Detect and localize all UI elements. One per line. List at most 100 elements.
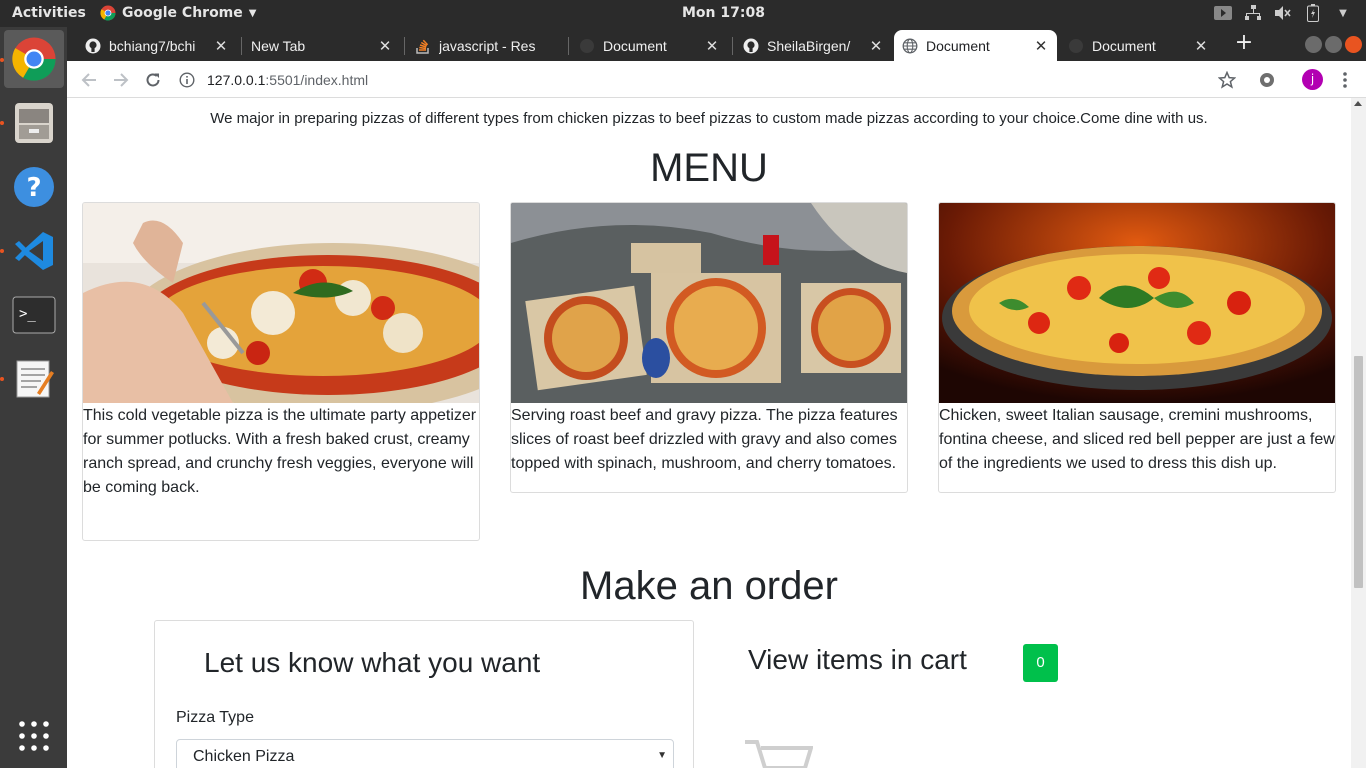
bookmark-button[interactable] bbox=[1215, 68, 1239, 92]
shopping-cart-icon[interactable] bbox=[743, 738, 813, 768]
dock-chrome[interactable] bbox=[4, 30, 64, 88]
menu-card: Serving roast beef and gravy pizza. The … bbox=[510, 202, 908, 493]
svg-text:?: ? bbox=[26, 173, 41, 203]
browser-tab[interactable]: javascript - Res bbox=[407, 30, 569, 61]
minimize-button[interactable] bbox=[1305, 36, 1322, 53]
scroll-up-arrow[interactable] bbox=[1354, 101, 1362, 106]
vegetable-pizza-image bbox=[83, 203, 479, 403]
chevron-down-icon: ▼ bbox=[657, 750, 667, 761]
browser-tab[interactable]: Document ✕ bbox=[571, 30, 728, 61]
pizza-type-label: Pizza Type bbox=[176, 709, 254, 726]
pizza-type-select[interactable]: Chicken Pizza ▼ bbox=[176, 739, 674, 768]
order-form-heading: Let us know what you want bbox=[204, 647, 541, 678]
browser-tab-strip: bchiang7/bchi ✕ New Tab ✕ javascript - R… bbox=[67, 27, 1366, 61]
dock-running-indicator bbox=[0, 121, 4, 125]
stackoverflow-icon bbox=[416, 39, 429, 54]
close-icon[interactable]: ✕ bbox=[1033, 37, 1049, 55]
close-icon[interactable]: ✕ bbox=[1193, 37, 1209, 55]
dock-running-indicator bbox=[0, 58, 4, 62]
chevron-down-icon: ▼ bbox=[248, 7, 257, 19]
clock[interactable]: Mon 17:08 bbox=[682, 5, 765, 21]
close-icon[interactable]: ✕ bbox=[213, 37, 229, 55]
system-top-bar: Activities Google Chrome ▼ Mon 17:08 ▼ bbox=[0, 0, 1366, 27]
browser-tab[interactable]: Document ✕ bbox=[1060, 30, 1217, 61]
dock-vscode[interactable] bbox=[4, 222, 64, 280]
svg-text:>_: >_ bbox=[19, 306, 36, 322]
tab-separator bbox=[732, 37, 733, 55]
dock-files[interactable] bbox=[4, 94, 64, 152]
info-icon[interactable] bbox=[179, 72, 195, 88]
arrow-left-icon bbox=[81, 73, 96, 87]
extension-button[interactable] bbox=[1255, 68, 1279, 92]
order-form-card: Let us know what you want Pizza Type Chi… bbox=[154, 620, 694, 768]
kebab-menu-icon bbox=[1343, 72, 1347, 88]
help-icon: ? bbox=[14, 167, 54, 207]
tab-separator bbox=[404, 37, 405, 55]
tab-separator bbox=[568, 37, 569, 55]
close-icon[interactable]: ✕ bbox=[704, 37, 720, 55]
vscode-icon bbox=[15, 232, 53, 270]
order-heading: Make an order bbox=[580, 564, 838, 608]
show-applications-button[interactable] bbox=[4, 707, 64, 765]
roast-beef-pizza-image bbox=[511, 203, 907, 403]
page-viewport: We major in preparing pizzas of differen… bbox=[67, 98, 1351, 768]
maximize-button[interactable] bbox=[1325, 36, 1342, 53]
dock-terminal[interactable]: >_ bbox=[4, 286, 64, 344]
url-host: 127.0.0.1 bbox=[207, 72, 266, 88]
profile-avatar[interactable]: j bbox=[1302, 69, 1323, 90]
github-icon bbox=[743, 38, 759, 53]
sausage-pizza-image bbox=[939, 203, 1335, 403]
network-icon[interactable] bbox=[1244, 4, 1262, 22]
chevron-down-icon[interactable]: ▼ bbox=[1334, 4, 1352, 22]
browser-tab-active[interactable]: Document ✕ bbox=[894, 30, 1057, 61]
github-icon bbox=[85, 38, 101, 53]
intro-text: We major in preparing pizzas of differen… bbox=[210, 110, 1208, 127]
star-icon bbox=[1218, 71, 1236, 89]
tab-separator bbox=[241, 37, 242, 55]
volume-muted-icon[interactable] bbox=[1274, 4, 1292, 22]
scrollbar-thumb[interactable] bbox=[1354, 356, 1363, 588]
address-bar[interactable]: 127.0.0.1:5501/index.html bbox=[179, 65, 1219, 95]
chrome-icon bbox=[12, 37, 56, 81]
menu-card: This cold vegetable pizza is the ultimat… bbox=[82, 202, 480, 541]
cart-heading: View items in cart bbox=[748, 644, 967, 675]
close-window-button[interactable] bbox=[1345, 36, 1362, 53]
app-menu-label: Google Chrome bbox=[122, 5, 243, 21]
card-description: Serving roast beef and gravy pizza. The … bbox=[511, 407, 898, 472]
reload-icon bbox=[146, 73, 160, 87]
system-tray[interactable]: ▼ bbox=[1214, 4, 1352, 22]
extension-icon bbox=[1260, 73, 1274, 87]
card-description: This cold vegetable pizza is the ultimat… bbox=[83, 407, 477, 496]
close-icon[interactable]: ✕ bbox=[377, 37, 393, 55]
menu-card: Chicken, sweet Italian sausage, cremini … bbox=[938, 202, 1336, 493]
new-tab-button[interactable]: + bbox=[1231, 31, 1257, 57]
url-path: :5501/index.html bbox=[265, 72, 369, 88]
menu-heading: MENU bbox=[650, 146, 768, 190]
activities-button[interactable]: Activities bbox=[12, 5, 86, 21]
terminal-icon: >_ bbox=[12, 296, 56, 334]
dock-text-editor[interactable] bbox=[4, 349, 64, 407]
pizza-type-selected-value: Chicken Pizza bbox=[193, 748, 295, 765]
dock-running-indicator bbox=[0, 249, 4, 253]
globe-icon bbox=[580, 38, 594, 53]
cart-count-badge[interactable]: 0 bbox=[1023, 644, 1058, 682]
browser-tab[interactable]: bchiang7/bchi ✕ bbox=[77, 30, 237, 61]
reload-button[interactable] bbox=[141, 68, 165, 92]
dock-help[interactable]: ? bbox=[4, 158, 64, 216]
dock-running-indicator bbox=[0, 377, 4, 381]
screen-record-icon[interactable] bbox=[1214, 4, 1232, 22]
chrome-menu-button[interactable] bbox=[1333, 68, 1357, 92]
launcher-dock: ? >_ bbox=[0, 27, 67, 768]
globe-icon bbox=[1069, 38, 1083, 53]
browser-toolbar: 127.0.0.1:5501/index.html j bbox=[67, 61, 1366, 98]
page-scrollbar[interactable] bbox=[1351, 98, 1366, 768]
forward-button[interactable] bbox=[109, 68, 133, 92]
browser-tab[interactable]: SheilaBirgen/ ✕ bbox=[735, 30, 892, 61]
app-menu[interactable]: Google Chrome ▼ bbox=[100, 5, 256, 21]
text-editor-icon bbox=[16, 360, 54, 398]
back-button[interactable] bbox=[77, 68, 101, 92]
browser-tab[interactable]: New Tab ✕ bbox=[243, 30, 401, 61]
close-icon[interactable]: ✕ bbox=[868, 37, 884, 55]
card-description: Chicken, sweet Italian sausage, cremini … bbox=[939, 407, 1335, 472]
battery-icon[interactable] bbox=[1304, 4, 1322, 22]
